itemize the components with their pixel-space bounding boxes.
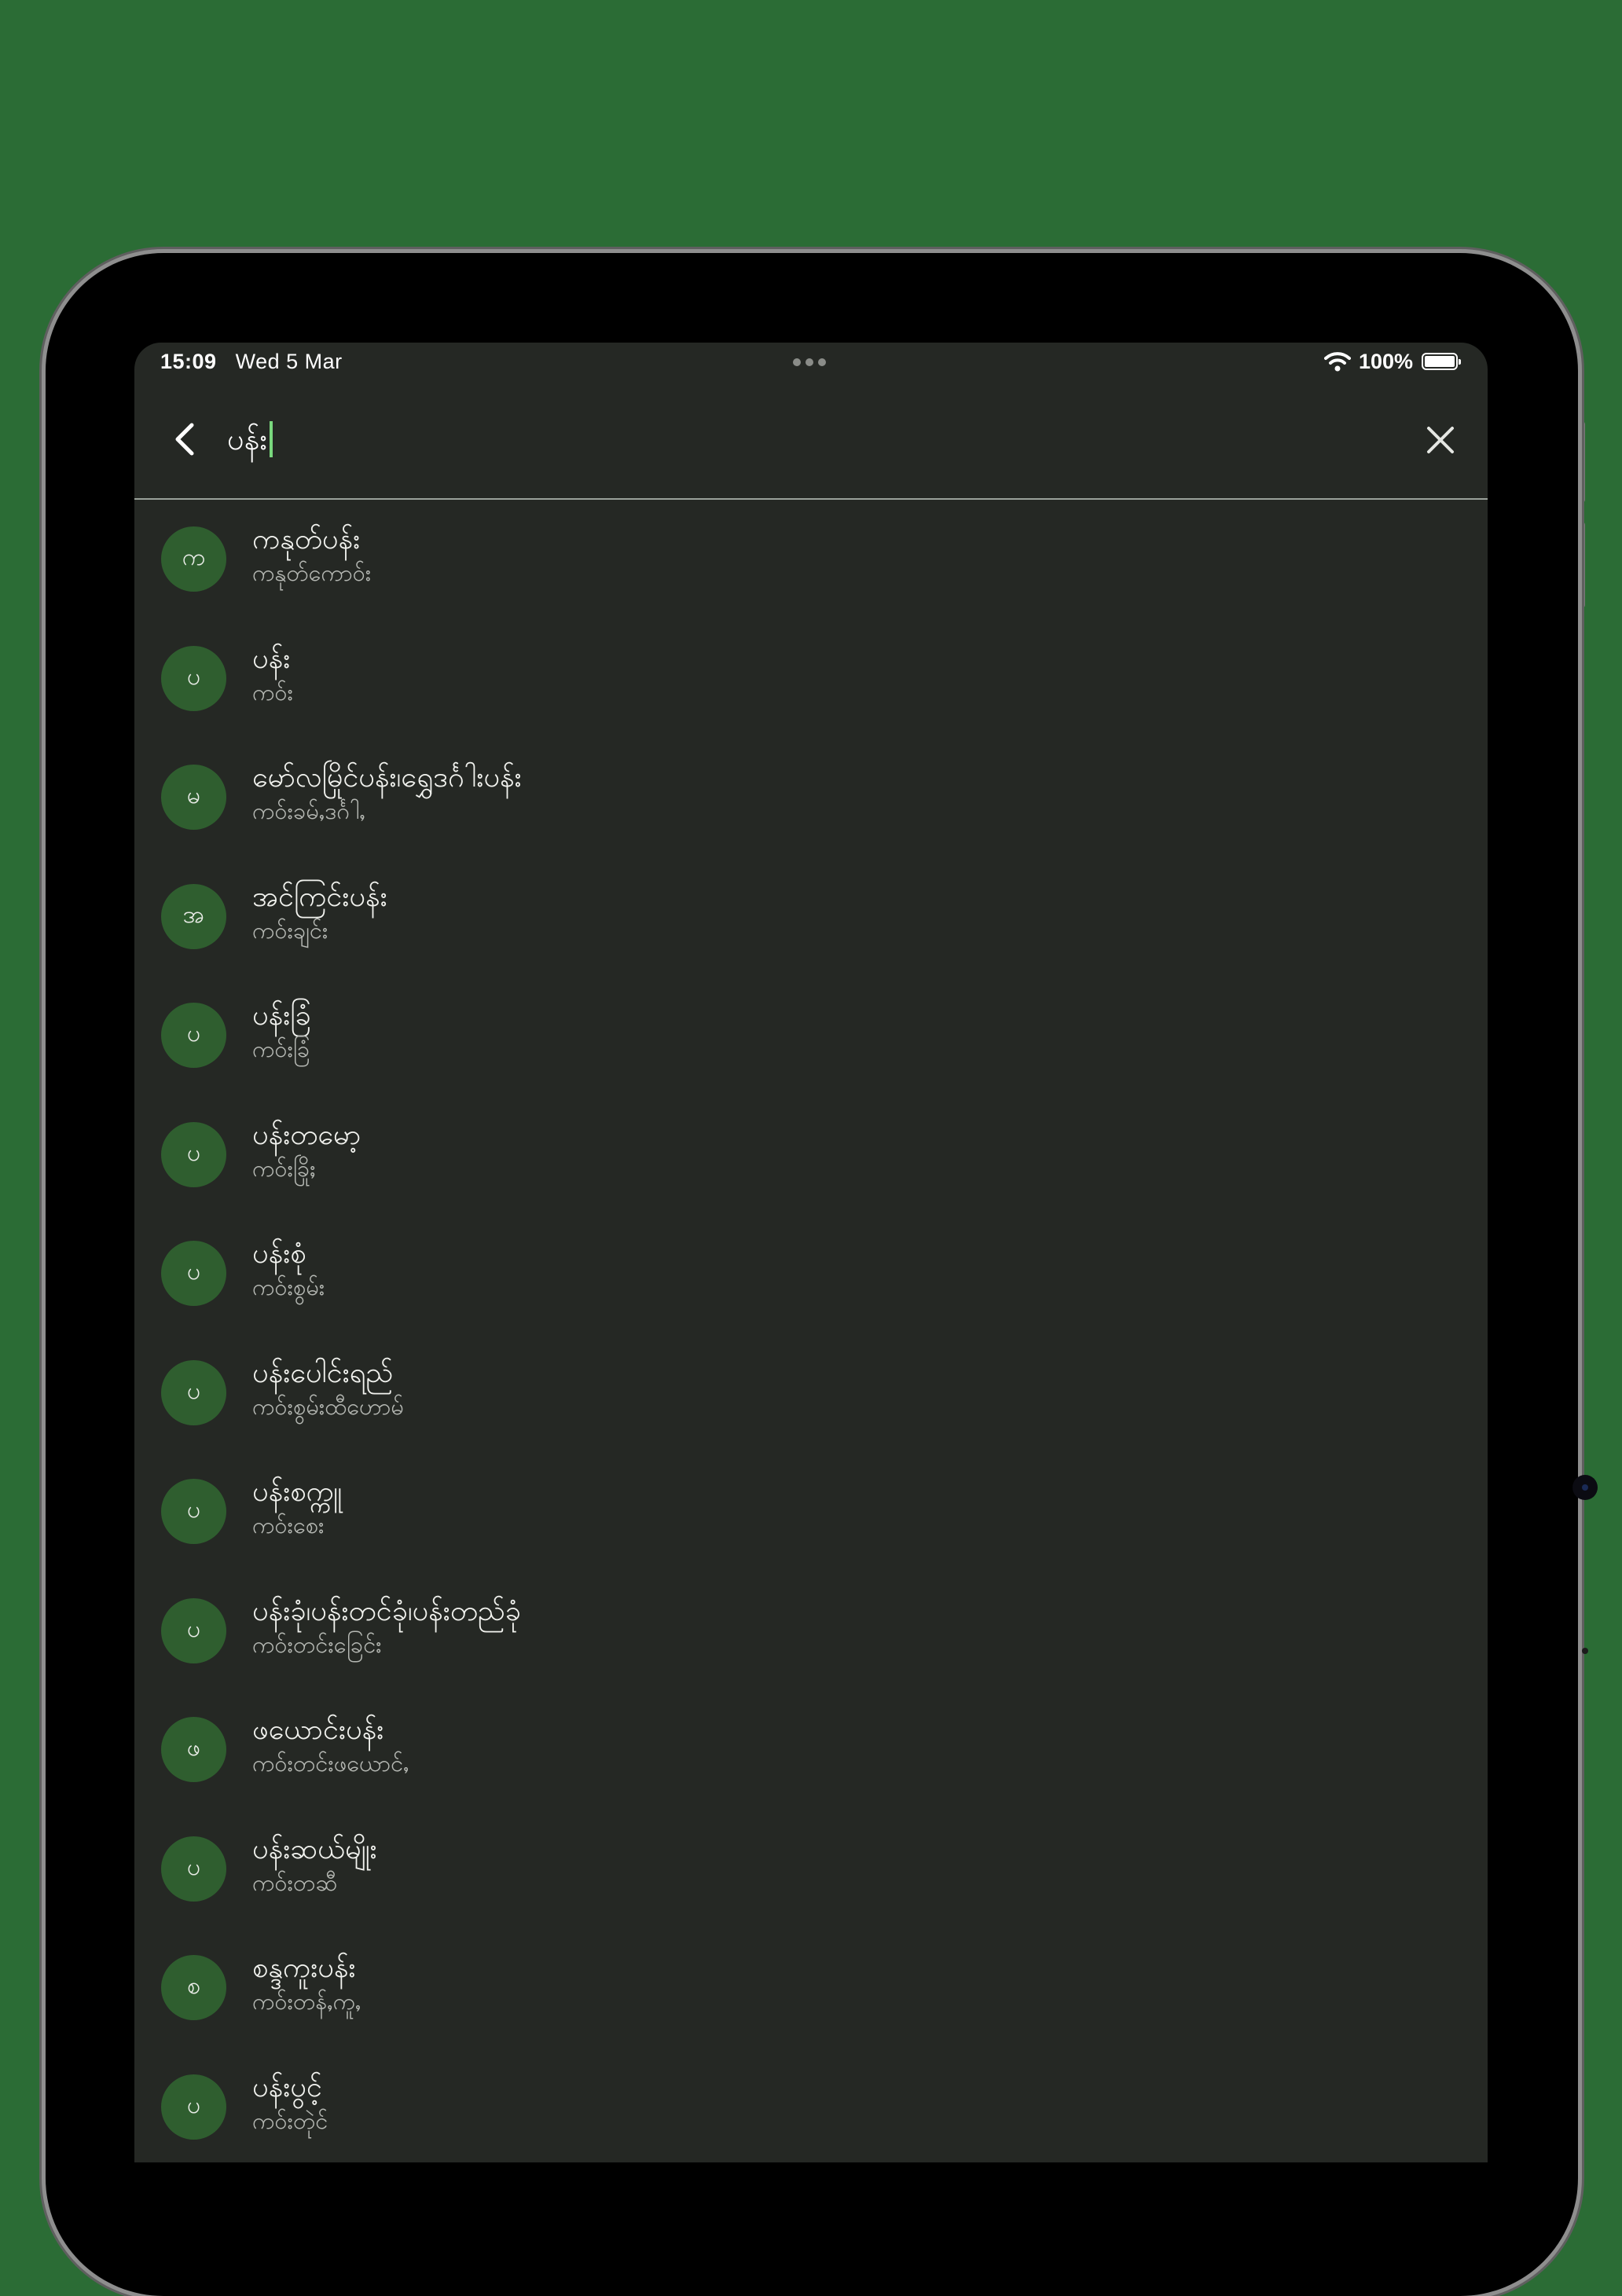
volume-up-button	[1578, 421, 1585, 503]
avatar: ပ	[161, 1836, 226, 1902]
chevron-left-icon[interactable]	[166, 419, 207, 460]
list-item[interactable]: ပ ပန်းတမော့ကဝ်းခြိုႈ	[134, 1095, 1488, 1215]
list-item[interactable]: ဖ ဖယောင်းပန်းကဝ်းတင်းဖယောင်ႇ	[134, 1690, 1488, 1810]
volume-down-button	[1578, 522, 1585, 608]
result-subtitle: ကဝ်းတင်းဖယောင်ႇ	[252, 1750, 409, 1777]
avatar: ပ	[161, 1241, 226, 1306]
list-item[interactable]: ပ ပန်းဆယ်မျိုးကဝ်းတဆီ	[134, 1810, 1488, 1929]
avatar: ပ	[161, 1003, 226, 1068]
avatar: ပ	[161, 645, 226, 711]
list-item[interactable]: ပ ပန်းကဝ်း	[134, 619, 1488, 739]
result-title: ပန်းတမော့	[252, 1118, 361, 1151]
result-title: မော်လမြိုင်ပန်း၊ရွှေဒင်္ဂါးပန်း	[252, 761, 522, 794]
list-item[interactable]: ပ ပန်းစုံကဝ်းစွမ်း	[134, 1214, 1488, 1333]
results-list: က ကနုတ်ပန်းကနုတ်ကောဝ်းပ ပန်းကဝ်းမ မော်လမြို…	[134, 500, 1488, 2162]
result-title: ပန်းပွင့်	[252, 2070, 322, 2103]
avatar: ဖ	[161, 1717, 226, 1782]
result-subtitle: ကဝ်းတုဲင်	[252, 2107, 328, 2134]
multitasking-dots-icon[interactable]	[793, 358, 826, 366]
result-subtitle: ကဝ်းခမ်ႇဒင်္ဂါႇ	[252, 798, 365, 824]
result-subtitle: ကဝ်းစွမ်းထီဟောမ်	[252, 1392, 404, 1420]
battery-percent: 100%	[1359, 350, 1414, 373]
avatar: မ	[161, 765, 226, 830]
list-item[interactable]: အ အင်ကြင်းပန်းကဝ်းချင်း	[134, 857, 1488, 977]
list-item[interactable]: က ကနုတ်ပန်းကနုတ်ကောဝ်း	[134, 500, 1488, 619]
result-title: ပန်းခြံ	[252, 999, 311, 1032]
date-text: Wed 5 Mar	[235, 350, 343, 373]
close-icon[interactable]	[1422, 421, 1459, 459]
text-caret	[270, 421, 273, 457]
result-title: ကနုတ်ပန်း	[252, 523, 361, 556]
search-bar: ပန်း	[134, 382, 1488, 500]
avatar: ပ	[161, 2074, 226, 2140]
battery-full-icon	[1422, 353, 1461, 370]
result-subtitle: ကဝ်းချင်း	[252, 916, 328, 944]
camera	[1572, 1475, 1598, 1500]
result-subtitle: ကဝ်းတန်ႇကူႇ	[252, 1988, 361, 2015]
result-title: ပန်းစက္ကူ	[252, 1476, 343, 1508]
status-time: 15:09 Wed 5 Mar	[160, 350, 343, 374]
list-item[interactable]: ပ ပန်းပေါင်းရည်ကဝ်းစွမ်းထီဟောမ်	[134, 1333, 1488, 1453]
result-title: စန္ဒကူးပန်း	[252, 1952, 356, 1984]
avatar: အ	[161, 883, 226, 949]
avatar: ပ	[161, 1597, 226, 1663]
search-input[interactable]: ပန်း	[227, 420, 273, 459]
time-text: 15:09	[160, 350, 217, 373]
result-subtitle: ကဝ်းတင်းခြေင်း	[252, 1630, 382, 1658]
app-screen: 15:09 Wed 5 Mar 100% ပန်း က ကနုတ်ပန်းကနုတ…	[134, 343, 1488, 2162]
avatar: ပ	[161, 1121, 226, 1187]
sensor	[1582, 1648, 1588, 1654]
list-item[interactable]: ပ ပန်းစက္ကူကဝ်းစေး	[134, 1452, 1488, 1572]
list-item[interactable]: စ စန္ဒကူးပန်းကဝ်းတန်ႇကူႇ	[134, 1928, 1488, 2048]
result-title: ပန်းစုံ	[252, 1238, 306, 1270]
result-subtitle: ကဝ်းစွမ်း	[252, 1274, 325, 1300]
avatar: ပ	[161, 1359, 226, 1425]
list-item[interactable]: ပ ပန်းခြံကဝ်းခြံ	[134, 976, 1488, 1095]
result-subtitle: ကဝ်းစေး	[252, 1512, 325, 1539]
result-subtitle: ကဝ်းခြိုႈ	[252, 1154, 316, 1182]
list-item[interactable]: ပ ပန်းပွင့်ကဝ်းတုဲင်	[134, 2048, 1488, 2163]
list-item[interactable]: မ မော်လမြိုင်ပန်း၊ရွှေဒင်္ဂါးပန်းကဝ်းခမ်ႇ…	[134, 738, 1488, 857]
result-title: ပန်းဆယ်မျိုး	[252, 1832, 377, 1865]
list-item[interactable]: ပ ပန်းခုံ၊ပန်းတင်ခုံ၊ပန်းတည်ခုံကဝ်းတင်းခြ…	[134, 1572, 1488, 1691]
wifi-icon	[1324, 352, 1351, 372]
result-subtitle: ကဝ်း	[252, 678, 294, 706]
search-query-text: ပန်း	[227, 422, 267, 457]
avatar: ပ	[161, 1479, 226, 1544]
result-title: ပန်းပေါင်းရည်	[252, 1356, 394, 1389]
result-title: အင်ကြင်းပန်း	[252, 880, 387, 913]
result-title: ပန်း	[252, 642, 291, 675]
result-title: ဖယောင်းပန်း	[252, 1714, 384, 1746]
result-subtitle: ကဝ်းခြံ	[252, 1036, 310, 1062]
avatar: စ	[161, 1955, 226, 2020]
status-bar: 15:09 Wed 5 Mar 100%	[134, 343, 1488, 382]
result-subtitle: ကနုတ်ကောဝ်း	[252, 559, 372, 586]
result-subtitle: ကဝ်းတဆီ	[252, 1869, 338, 1896]
avatar: က	[161, 526, 226, 592]
result-title: ပန်းခုံ၊ပန်းတင်ခုံ၊ပန်းတည်ခုံ	[252, 1594, 521, 1627]
